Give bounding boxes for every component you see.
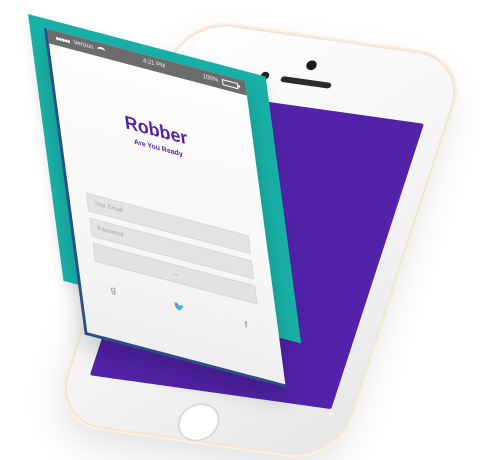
wifi-icon xyxy=(97,46,106,55)
battery-icon xyxy=(221,78,239,90)
carrier-label: Verizon xyxy=(73,39,94,52)
stage: Verizon 4:21 PM 100% Robber Are You Read… xyxy=(0,0,501,460)
password-placeholder: Password xyxy=(97,225,124,239)
login-arrow-icon: → xyxy=(171,269,180,279)
battery-label: 100% xyxy=(202,73,219,85)
home-button[interactable] xyxy=(172,400,225,445)
email-placeholder: Your Email xyxy=(93,200,124,215)
facebook-icon[interactable]: f xyxy=(238,315,254,333)
google-icon[interactable]: g xyxy=(105,280,121,298)
twitter-icon[interactable]: 🐦 xyxy=(172,298,188,316)
phone-camera-icon xyxy=(304,59,319,71)
signal-icon xyxy=(55,35,71,45)
phone-speaker-icon xyxy=(279,75,333,89)
time-label: 4:21 PM xyxy=(142,58,166,71)
